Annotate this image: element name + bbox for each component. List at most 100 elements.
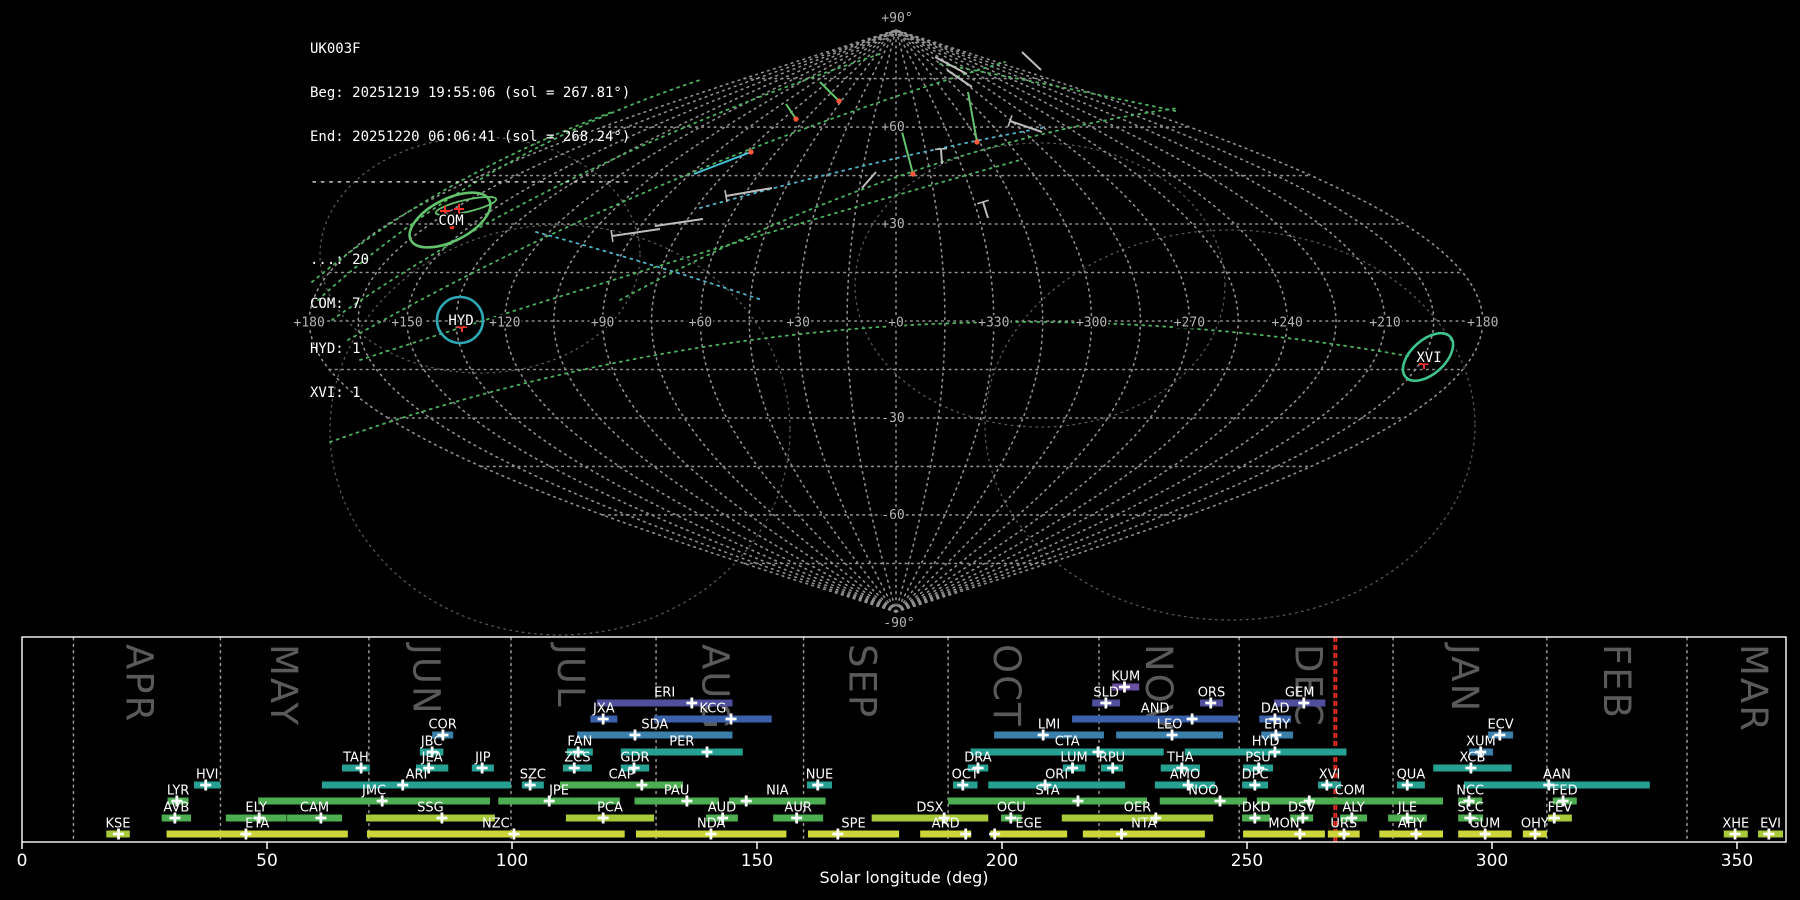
shower-HVI: HVI: [193, 768, 221, 791]
info-panel: UK003F Beg: 20251219 19:55:06 (sol = 267…: [310, 12, 630, 430]
shower-label-LMI: LMI: [1038, 718, 1060, 733]
shower-EGE: EGE: [989, 817, 1068, 840]
shower-XCB: XCB: [1433, 751, 1512, 774]
station-id: UK003F: [310, 40, 361, 57]
shower-JXA: JXA: [590, 702, 618, 725]
shower-label-TAH: TAH: [342, 751, 369, 766]
peak-marker-SDA: [629, 729, 641, 741]
svg-text:+30: +30: [881, 217, 904, 232]
month-label-JUN: JUN: [404, 642, 447, 716]
svg-text:300: 300: [1476, 851, 1508, 871]
shower-label-NOO: NOO: [1188, 784, 1218, 799]
shower-label-ZCS: ZCS: [564, 751, 590, 766]
shower-label-FEV: FEV: [1548, 801, 1573, 816]
shower-label-CTA: CTA: [1055, 735, 1080, 750]
peak-marker-ARD: [960, 828, 972, 840]
svg-text:+330: +330: [978, 316, 1009, 331]
x-axis-title: Solar longitude (deg): [820, 868, 989, 887]
shower-label-COM: COM: [1335, 784, 1366, 799]
shower-label-SSG: SSG: [417, 801, 444, 816]
shower-label-ARI: ARI: [406, 768, 428, 783]
shower-XHE: XHE: [1722, 817, 1749, 840]
month-label-MAY: MAY: [262, 644, 305, 727]
svg-text:150: 150: [741, 851, 773, 871]
shower-label-SDA: SDA: [641, 718, 668, 733]
shower-label-EVI: EVI: [1760, 817, 1781, 832]
month-label-JUL: JUL: [549, 642, 592, 709]
current-sol-marker: [1333, 637, 1338, 842]
svg-text:100: 100: [496, 851, 528, 871]
shower-QUA: QUA: [1397, 768, 1425, 791]
month-label-FEB: FEB: [1595, 644, 1638, 720]
svg-text:350: 350: [1721, 851, 1753, 871]
month-label-APR: APR: [118, 644, 161, 723]
pole-label-bottom: -90°: [883, 616, 914, 631]
pole-label-top: +90°: [881, 11, 912, 26]
shower-AVB: AVB: [161, 801, 192, 824]
shower-label-SZC: SZC: [520, 768, 546, 783]
shower-label-CAP: CAP: [609, 768, 635, 783]
activity-timeline: APR MAY JUN JUL AUG SEP OCT NOV DEC JAN FEB MARKUME…: [17, 636, 1787, 887]
count-COM: COM: 7: [310, 296, 361, 313]
shower-bars: KUMERI SLD ORS GEMJXA KCG AND DADCOR SDA LMI LEO E…: [106, 670, 1784, 840]
shower-label-OCT: OCT: [952, 768, 979, 783]
shower-label-JEA: JEA: [421, 751, 443, 766]
shower-NUE: NUE: [806, 768, 833, 791]
shower-SLD: SLD: [1092, 686, 1121, 709]
radiant-XVI: XVI: [1401, 331, 1455, 383]
svg-text:+0: +0: [888, 316, 904, 331]
peak-marker-CAP: [636, 779, 648, 791]
shower-label-AND: AND: [1141, 702, 1170, 717]
shower-ORS: ORS: [1198, 686, 1225, 709]
shower-label-KCG: KCG: [699, 702, 726, 717]
x-axis: 0 50 100 150 200 250 300 350: [17, 842, 1753, 871]
shower-label-AAN: AAN: [1543, 768, 1571, 783]
shower-FEV: FEV: [1548, 801, 1573, 824]
count-XVI: XVI: 1: [310, 384, 361, 401]
shower-label-NUE: NUE: [806, 768, 833, 783]
count-unclassified: ...: 20: [310, 251, 370, 268]
month-label-JAN: JAN: [1443, 642, 1486, 713]
shower-label-NTA: NTA: [1131, 817, 1157, 832]
shower-label-XVI: XVI: [1319, 768, 1341, 783]
shower-label-AVB: AVB: [163, 801, 189, 816]
shower-label-FAN: FAN: [567, 735, 592, 750]
peak-marker-EGE: [989, 828, 1001, 840]
separator-line: --------------------------------------: [310, 173, 631, 190]
shower-label-ARD: ARD: [932, 817, 960, 832]
shower-label-DSX: DSX: [916, 801, 943, 816]
svg-text:+210: +210: [1369, 316, 1400, 331]
svg-text:200: 200: [986, 851, 1018, 871]
shower-label-ELY: ELY: [245, 801, 267, 816]
svg-text:50: 50: [256, 851, 278, 871]
svg-text:+270: +270: [1174, 316, 1205, 331]
count-HYD: HYD: 1: [310, 340, 361, 357]
shower-label-GEM: GEM: [1285, 686, 1315, 701]
shower-label-LUM: LUM: [1060, 751, 1087, 766]
peak-marker-NZC: [508, 828, 520, 840]
shower-DPC: DPC: [1242, 768, 1269, 791]
shower-RPU: RPU: [1099, 751, 1125, 774]
svg-text:-60: -60: [881, 508, 904, 523]
shower-label-ALY: ALY: [1342, 801, 1364, 816]
shower-label-ORI: ORI: [1045, 768, 1068, 783]
peak-marker-NTA: [1116, 828, 1128, 840]
shower-ZCS: ZCS: [562, 751, 592, 774]
radiant-map-scene: COMHYDXVI+180 +150 +120 +90 +60 +30 +0 +330 +300…: [17, 11, 1787, 887]
shower-TAH: TAH: [341, 751, 370, 774]
radiant-map-page: COM HYD XVI +180 +150 +120 +90 +60 +30 +0 +330 +300…: [0, 0, 1800, 900]
shower-SZC: SZC: [520, 768, 546, 791]
peak-marker-STA: [1072, 795, 1084, 807]
shower-label-SPE: SPE: [841, 817, 865, 832]
shower-label-ETA: ETA: [245, 817, 269, 832]
shower-JIP: JIP: [471, 751, 494, 774]
svg-text:0: 0: [17, 851, 28, 871]
shower-label-AHY: AHY: [1398, 817, 1425, 832]
shower-EVI: EVI: [1758, 817, 1784, 840]
shower-label-JPE: JPE: [548, 784, 569, 799]
month-label-OCT: OCT: [985, 644, 1028, 728]
peak-marker-AND: [1186, 713, 1198, 725]
shower-label-FED: FED: [1552, 784, 1578, 799]
shower-label-OER: OER: [1124, 801, 1151, 816]
